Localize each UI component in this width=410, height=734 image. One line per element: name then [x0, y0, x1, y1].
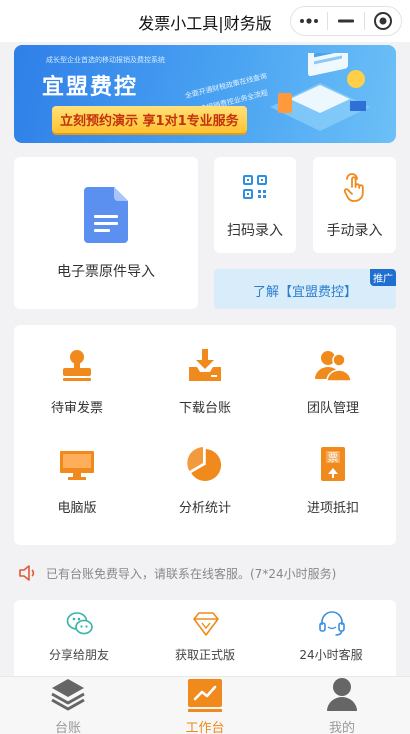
function-label: 下载台账: [178, 401, 231, 416]
service-label: 分享给朋友: [48, 648, 109, 662]
tab-label: 台账: [54, 721, 81, 734]
speaker-icon: [19, 565, 35, 581]
minus-icon: [338, 19, 354, 23]
manual-entry-card[interactable]: 手动录入: [313, 157, 396, 253]
headset-icon: [319, 611, 345, 636]
qr-code-icon: [243, 175, 267, 199]
function-item-download-ledger[interactable]: 下载台账: [150, 347, 260, 427]
isometric-illustration-icon: [270, 53, 370, 131]
stamp-icon: [63, 350, 91, 381]
manual-entry-label: 手动录入: [326, 223, 383, 239]
service-label: 24小时客服: [299, 648, 363, 662]
document-icon: [84, 187, 128, 243]
banner-subtitle: 成长型企业首选的移动报销及费控系统: [46, 57, 165, 64]
service-label: 获取正式版: [174, 648, 235, 662]
more-button[interactable]: [291, 7, 327, 35]
monitor-icon: [60, 451, 94, 480]
scan-entry-label: 扫码录入: [227, 223, 283, 239]
ticket-icon: 票: [321, 447, 345, 481]
more-dots-icon: [300, 18, 318, 24]
dashboard-icon: [188, 679, 222, 712]
notice-bar: 已有台账免费导入，请联系在线客服。(7*24小时服务): [14, 562, 396, 584]
nav-header: 发票小工具|财务版: [0, 0, 410, 42]
download-icon: [189, 349, 221, 381]
promo-banner[interactable]: 成长型企业首选的移动报销及费控系统 宜盟费控 全面开通财税政策在线查询 打造报销…: [14, 45, 396, 143]
tab-workbench[interactable]: 工作台: [137, 677, 273, 734]
promo-link-text: 了解【宜盟费控】: [252, 285, 357, 300]
function-item-input-deduction[interactable]: 票 进项抵扣: [278, 447, 388, 527]
tab-label: 工作台: [185, 721, 225, 734]
share-friends-button[interactable]: 分享给朋友: [19, 608, 139, 672]
minimize-button[interactable]: [328, 7, 364, 35]
function-label: 团队管理: [306, 401, 359, 416]
notice-text: 已有台账免费导入，请联系在线客服。(7*24小时服务): [46, 567, 337, 581]
function-item-analytics[interactable]: 分析统计: [150, 447, 260, 527]
get-full-version-button[interactable]: 获取正式版: [145, 608, 265, 672]
function-item-pending-invoices[interactable]: 待审发票: [22, 347, 132, 427]
banner-cta-button[interactable]: 立刻预约演示 享1对1专业服务: [52, 106, 247, 133]
tab-ledger[interactable]: 台账: [0, 677, 136, 734]
close-miniprogram-button[interactable]: [365, 7, 401, 35]
function-grid: 待审发票 下载台账 团队管理 电脑版 分析统计 票 进项抵扣: [14, 325, 396, 545]
service-bar: 分享给朋友 获取正式版 24小时客服: [14, 600, 396, 680]
bottom-tab-bar: 台账 工作台 我的: [0, 676, 410, 734]
team-icon: [315, 351, 351, 382]
tap-hand-icon: [343, 173, 364, 202]
layers-icon: [51, 679, 85, 711]
user-icon: [327, 678, 357, 711]
learn-more-promo[interactable]: 了解【宜盟费控】 推广: [214, 269, 396, 309]
customer-service-button[interactable]: 24小时客服: [271, 608, 391, 672]
svg-text:票: 票: [328, 451, 339, 464]
tab-mine[interactable]: 我的: [274, 677, 410, 734]
electronic-import-label: 电子票原件导入: [57, 264, 155, 280]
diamond-icon: [193, 612, 219, 636]
function-item-desktop-version[interactable]: 电脑版: [22, 447, 132, 527]
tab-label: 我的: [328, 721, 355, 734]
electronic-import-card[interactable]: 电子票原件导入: [14, 157, 198, 309]
target-icon: [374, 12, 392, 30]
scan-entry-card[interactable]: 扫码录入: [214, 157, 296, 253]
pie-chart-icon: [187, 447, 222, 481]
function-label: 分析统计: [178, 501, 231, 516]
function-label: 待审发票: [50, 401, 103, 416]
function-item-team-management[interactable]: 团队管理: [278, 347, 388, 427]
banner-brand: 宜盟费控: [42, 75, 139, 100]
function-label: 进项抵扣: [306, 501, 359, 516]
miniprogram-capsule: [290, 6, 402, 36]
wechat-icon: [66, 612, 93, 635]
ad-badge: 推广: [370, 269, 396, 286]
function-label: 电脑版: [57, 501, 97, 516]
